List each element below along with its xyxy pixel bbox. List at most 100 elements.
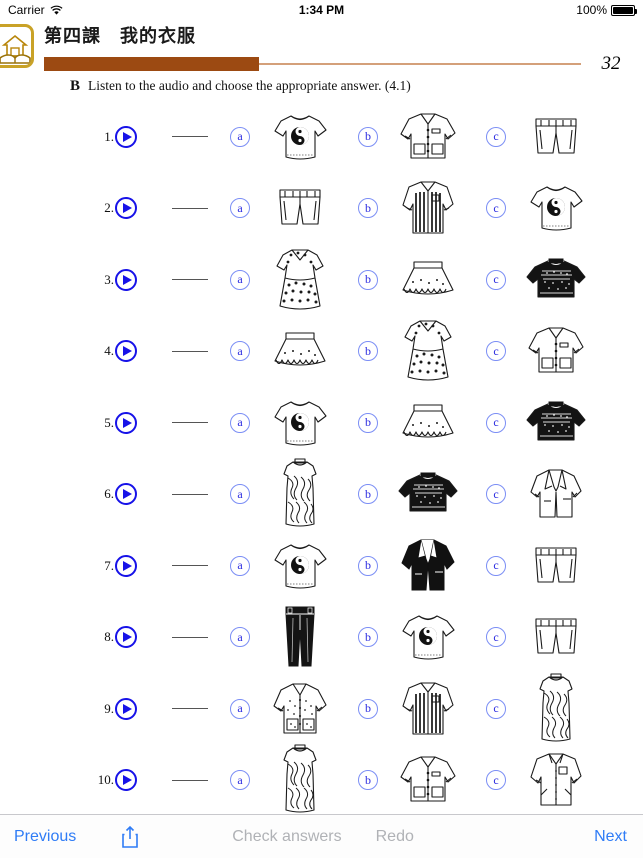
previous-button[interactable]: Previous (14, 828, 76, 846)
option-label-c[interactable]: c (486, 770, 506, 791)
shorts-image[interactable] (506, 602, 606, 672)
dark-sweater-image[interactable] (506, 388, 606, 458)
option-label-a[interactable]: a (230, 126, 250, 147)
tshirt-yinyang-image[interactable] (378, 602, 478, 672)
option-c[interactable]: c (486, 102, 614, 172)
option-label-a[interactable]: a (230, 412, 250, 433)
shorts-image[interactable] (506, 102, 606, 172)
option-c[interactable]: c (486, 673, 614, 744)
option-b[interactable]: b (358, 316, 486, 386)
option-label-a[interactable]: a (230, 627, 250, 648)
dark-sweater-image[interactable] (506, 245, 606, 315)
play-icon[interactable] (115, 340, 137, 363)
answer-blank[interactable] (172, 708, 208, 710)
redo-button[interactable]: Redo (376, 828, 414, 846)
option-a[interactable]: a (230, 602, 358, 672)
shorts-image[interactable] (250, 173, 350, 243)
option-label-c[interactable]: c (486, 341, 506, 362)
option-a[interactable]: a (230, 458, 358, 529)
option-c[interactable]: c (486, 388, 614, 458)
option-label-c[interactable]: c (486, 412, 506, 433)
next-button[interactable]: Next (594, 828, 627, 846)
polka-dress-image[interactable] (250, 245, 350, 315)
option-a[interactable]: a (230, 388, 358, 458)
dark-sweater-image[interactable] (378, 459, 478, 529)
skirt-image[interactable] (378, 245, 478, 315)
answer-blank[interactable] (172, 565, 208, 567)
striped-shirt-image[interactable] (378, 674, 478, 744)
answer-blank[interactable] (172, 422, 208, 424)
skirt-image[interactable] (250, 316, 350, 386)
jacket-light-image[interactable] (506, 316, 606, 386)
home-book-icon[interactable] (0, 24, 34, 68)
long-dress-image[interactable] (250, 744, 350, 815)
answer-blank[interactable] (172, 136, 208, 138)
option-b[interactable]: b (358, 459, 486, 529)
skirt-image[interactable] (378, 388, 478, 458)
option-label-c[interactable]: c (486, 627, 506, 648)
answer-blank[interactable] (172, 350, 208, 352)
tshirt-yinyang-image[interactable] (250, 531, 350, 601)
play-icon[interactable] (115, 483, 137, 506)
tshirt-yinyang-image[interactable] (506, 173, 606, 243)
option-b[interactable]: b (358, 173, 486, 243)
option-label-b[interactable]: b (358, 269, 378, 290)
jacket-light-image[interactable] (378, 745, 478, 815)
option-label-c[interactable]: c (486, 198, 506, 219)
answer-blank[interactable] (172, 207, 208, 209)
option-label-b[interactable]: b (358, 341, 378, 362)
option-label-b[interactable]: b (358, 198, 378, 219)
option-a[interactable]: a (230, 316, 358, 386)
check-answers-button[interactable]: Check answers (232, 828, 341, 846)
play-icon[interactable] (115, 411, 137, 434)
option-label-a[interactable]: a (230, 198, 250, 219)
option-b[interactable]: b (358, 388, 486, 458)
play-icon[interactable] (115, 125, 137, 148)
option-a[interactable]: a (230, 744, 358, 815)
option-c[interactable]: c (486, 602, 614, 672)
play-icon[interactable] (115, 769, 137, 792)
tshirt-yinyang-image[interactable] (250, 388, 350, 458)
striped-shirt-image[interactable] (378, 173, 478, 243)
black-blazer-image[interactable] (378, 531, 478, 601)
answer-blank[interactable] (172, 636, 208, 638)
option-label-c[interactable]: c (486, 484, 506, 505)
option-b[interactable]: b (358, 745, 486, 815)
play-icon[interactable] (115, 197, 137, 220)
option-b[interactable]: b (358, 531, 486, 601)
long-dress-image[interactable] (506, 673, 606, 744)
option-label-b[interactable]: b (358, 698, 378, 719)
option-b[interactable]: b (358, 674, 486, 744)
option-label-a[interactable]: a (230, 555, 250, 576)
option-label-a[interactable]: a (230, 770, 250, 791)
option-c[interactable]: c (486, 745, 614, 815)
option-c[interactable]: c (486, 245, 614, 315)
polka-dress-image[interactable] (378, 316, 478, 386)
option-label-a[interactable]: a (230, 484, 250, 505)
play-icon[interactable] (115, 268, 137, 291)
answer-blank[interactable] (172, 493, 208, 495)
option-label-a[interactable]: a (230, 341, 250, 362)
share-icon[interactable] (120, 825, 140, 849)
option-label-c[interactable]: c (486, 698, 506, 719)
option-b[interactable]: b (358, 245, 486, 315)
answer-blank[interactable] (172, 779, 208, 781)
play-icon[interactable] (115, 697, 137, 720)
option-label-b[interactable]: b (358, 555, 378, 576)
option-a[interactable]: a (230, 102, 358, 172)
option-c[interactable]: c (486, 531, 614, 601)
jacket-light-image[interactable] (378, 102, 478, 172)
dark-pants-image[interactable] (250, 602, 350, 672)
option-label-c[interactable]: c (486, 269, 506, 290)
option-label-c[interactable]: c (486, 126, 506, 147)
option-a[interactable]: a (230, 674, 358, 744)
option-c[interactable]: c (486, 173, 614, 243)
option-label-b[interactable]: b (358, 627, 378, 648)
shorts-image[interactable] (506, 531, 606, 601)
option-c[interactable]: c (486, 316, 614, 386)
option-b[interactable]: b (358, 102, 486, 172)
option-label-c[interactable]: c (486, 555, 506, 576)
white-shirt-image[interactable] (506, 745, 606, 815)
tshirt-yinyang-image[interactable] (250, 102, 350, 172)
option-label-a[interactable]: a (230, 269, 250, 290)
